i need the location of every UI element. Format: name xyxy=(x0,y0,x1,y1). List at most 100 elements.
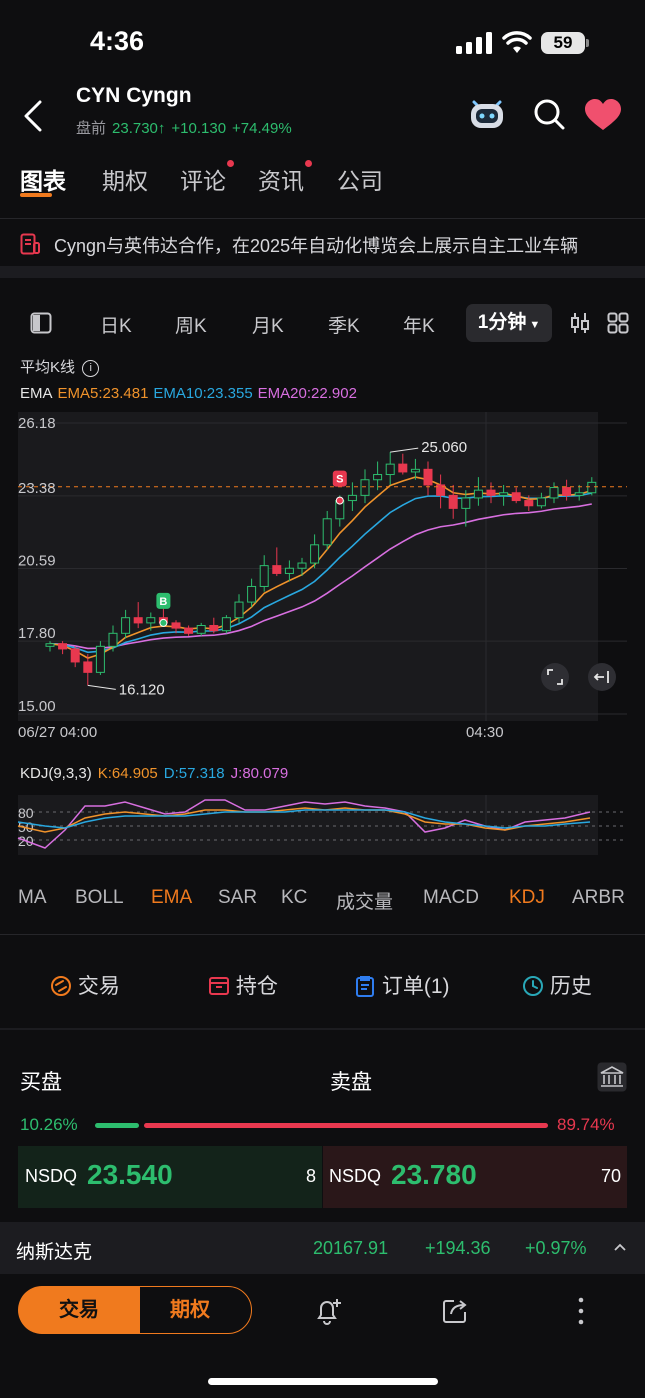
share-icon[interactable] xyxy=(440,1296,470,1326)
ema20-value: EMA20:22.902 xyxy=(257,385,357,402)
avg-kline-toggle[interactable]: 平均K线 i xyxy=(20,356,100,377)
candle-body xyxy=(284,567,294,574)
period-month[interactable]: 月K xyxy=(252,311,284,338)
history-action[interactable]: 历史 xyxy=(522,970,592,1000)
indicator-sar[interactable]: SAR xyxy=(218,887,257,909)
indicator-volume[interactable]: 成交量 xyxy=(336,887,393,914)
kdj-j-value: J:80.079 xyxy=(230,765,289,782)
bid-level[interactable]: NSDQ 23.540 8 xyxy=(18,1146,322,1208)
favorite-heart-icon[interactable] xyxy=(584,99,622,131)
back-arrow-icon[interactable] xyxy=(18,98,54,134)
news-headline[interactable]: Cyngn与英伟达合作，在2025年自动化博览会上展示自主工业车辆 xyxy=(54,232,578,258)
add-alert-bell-icon[interactable] xyxy=(313,1296,343,1326)
candle-body xyxy=(574,492,584,496)
quote-line: 盘前 23.730↑ +10.130 +74.49% xyxy=(76,117,298,138)
order-action-label: 订单(1) xyxy=(381,975,450,998)
divider xyxy=(0,934,645,935)
candle-body xyxy=(536,497,546,507)
tab-company[interactable]: 公司 xyxy=(337,162,383,196)
fullscreen-button[interactable] xyxy=(541,663,569,691)
candle-body xyxy=(184,627,194,634)
tab-news[interactable]: 资讯 xyxy=(258,160,312,196)
chevron-up-icon[interactable] xyxy=(613,1242,627,1252)
quote-change: +10.130 xyxy=(171,120,227,137)
candle-body xyxy=(133,617,143,624)
wifi-icon xyxy=(502,31,532,53)
ema5-value: EMA5:23.481 xyxy=(57,385,149,402)
candle-body xyxy=(486,489,496,496)
news-document-icon xyxy=(20,233,40,255)
indicator-boll[interactable]: BOLL xyxy=(75,887,124,909)
candle-body xyxy=(423,468,433,486)
indicator-ma[interactable]: MA xyxy=(18,887,47,909)
period-dropdown[interactable]: 1分钟 ▼ xyxy=(466,304,552,342)
index-change-pct: +0.97% xyxy=(525,1238,587,1258)
bid-quantity: 8 xyxy=(305,1166,316,1186)
divider xyxy=(0,1028,645,1030)
order-icon xyxy=(356,976,374,997)
grid-layout-icon[interactable] xyxy=(607,312,629,334)
more-options-icon[interactable] xyxy=(575,1296,587,1326)
stock-title: CYN Cyngn xyxy=(76,84,192,108)
tab-chart[interactable]: 图表 xyxy=(20,162,66,196)
info-icon[interactable]: i xyxy=(82,359,100,377)
period-quarter[interactable]: 季K xyxy=(328,311,360,338)
candle xyxy=(221,615,231,634)
bid-exchange: NSDQ xyxy=(25,1166,78,1186)
trade-button[interactable]: 交易 xyxy=(18,1286,140,1334)
options-button[interactable]: 期权 xyxy=(128,1286,252,1334)
candle-body xyxy=(83,661,93,673)
tab-options[interactable]: 期权 xyxy=(102,162,148,196)
index-name: 纳斯达克 xyxy=(16,1242,93,1263)
period-week[interactable]: 周K xyxy=(175,311,207,338)
candle-body xyxy=(121,617,131,634)
position-action[interactable]: 持仓 xyxy=(208,970,278,1000)
unread-dot xyxy=(305,160,312,167)
ask-level[interactable]: NSDQ 23.780 70 xyxy=(323,1146,627,1208)
unread-dot xyxy=(227,160,234,167)
indicator-arbr[interactable]: ARBR xyxy=(572,887,625,909)
candle-style-icon[interactable] xyxy=(570,312,590,334)
indicator-kc[interactable]: KC xyxy=(281,887,307,909)
kdj-d-value: D:57.318 xyxy=(163,765,225,782)
kdj-chart[interactable]: 80 50 20 xyxy=(0,790,645,870)
trade-action[interactable]: 交易 xyxy=(50,970,120,1000)
order-action[interactable]: 订单(1) xyxy=(354,970,450,1000)
candle-body xyxy=(209,625,219,632)
indicator-kdj[interactable]: KDJ xyxy=(509,887,545,909)
candle-body xyxy=(410,468,420,473)
exchange-bank-icon[interactable] xyxy=(597,1062,627,1092)
session-label: 盘前 xyxy=(76,120,107,137)
home-indicator xyxy=(208,1378,438,1385)
section-gap xyxy=(0,266,645,278)
status-time: 4:36 xyxy=(90,26,145,56)
ema-legend: EMA EMA5:23.481 EMA10:23.355 EMA20:22.902 xyxy=(20,385,362,402)
x-tick-label: 06/27 04:00 xyxy=(18,724,97,741)
candle-body xyxy=(58,643,68,650)
position-action-label: 持仓 xyxy=(235,975,278,998)
low-price-label: 16.120 xyxy=(119,681,165,698)
indicator-ema[interactable]: EMA xyxy=(151,887,192,909)
sidebar-toggle-icon[interactable] xyxy=(30,312,52,334)
caret-down-icon: ▼ xyxy=(529,319,541,331)
period-year[interactable]: 年K xyxy=(403,311,435,338)
period-day[interactable]: 日K xyxy=(100,311,132,338)
indicator-macd[interactable]: MACD xyxy=(423,887,479,909)
candle-body xyxy=(360,479,370,496)
candle-body xyxy=(221,617,231,632)
candle-body xyxy=(398,463,408,473)
tab-underline xyxy=(20,193,52,197)
robot-assistant-icon[interactable] xyxy=(468,96,506,130)
period-dropdown-label: 1分钟 xyxy=(477,312,527,333)
chart-plot-area xyxy=(18,412,598,721)
history-icon xyxy=(523,976,543,996)
candle-body xyxy=(171,622,181,629)
high-price-label: 25.060 xyxy=(421,439,467,456)
tab-comments[interactable]: 评论 xyxy=(180,160,234,196)
search-icon[interactable] xyxy=(532,97,566,131)
candle-body xyxy=(549,487,559,499)
bid-title: 买盘 xyxy=(20,1071,62,1094)
scroll-to-latest-button[interactable] xyxy=(588,663,616,691)
candle-body xyxy=(448,494,458,509)
candle-body xyxy=(322,518,332,546)
